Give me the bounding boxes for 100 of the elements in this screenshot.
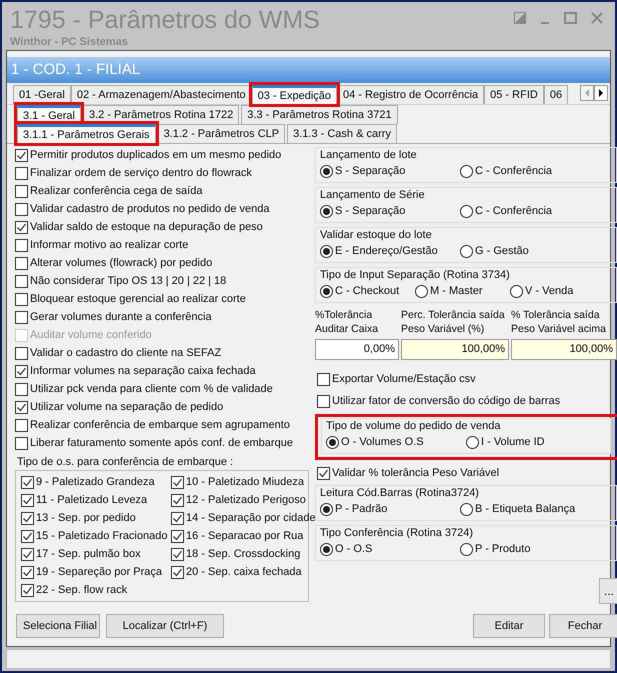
checkbox-label: Realizar conferência cega de saída (30, 184, 202, 199)
field-label: Auditar Caixa (315, 322, 380, 336)
checkbox[interactable] (21, 548, 34, 560)
checkbox-label: Liberar faturamento somente após conf. de embarque (30, 436, 293, 451)
group-title: Leitura Cód.Barras (Rotina3724) (320, 486, 480, 501)
checkbox[interactable] (21, 584, 34, 596)
checkbox[interactable] (171, 476, 184, 488)
checkbox[interactable] (15, 256, 28, 270)
button[interactable]: Fechar (549, 614, 617, 638)
checkbox[interactable] (15, 238, 28, 252)
radio-label: E - Endereço/Gestão (335, 244, 438, 260)
checkbox-label: Auditar volume conferido (30, 328, 152, 343)
tab[interactable]: 03 - Expedição (252, 85, 338, 104)
checkbox[interactable] (171, 566, 184, 578)
checkbox[interactable] (15, 364, 28, 378)
radio-button[interactable] (460, 205, 473, 218)
checkbox[interactable] (171, 548, 184, 560)
checkbox[interactable] (21, 476, 34, 488)
checkbox[interactable] (171, 530, 184, 542)
checkbox-label: Bloquear estoque gerencial ao realizar corte (30, 292, 246, 307)
checkbox[interactable] (15, 148, 28, 162)
checkbox-label: 9 - Paletizado Grandeza (36, 474, 155, 490)
checkbox[interactable] (317, 394, 330, 408)
checkbox-label: 14 - Separação por cidade (186, 510, 316, 526)
checkbox[interactable] (15, 418, 28, 432)
radio-button[interactable] (320, 543, 333, 556)
checkbox-label: Utilizar fator de conversão do código de barras (332, 394, 560, 409)
group-title: Lançamento de lote (320, 148, 418, 163)
radio-button[interactable] (460, 165, 473, 178)
field-label: % Tolerância saída (511, 308, 601, 322)
radio-button[interactable] (466, 436, 479, 449)
checkbox[interactable] (21, 566, 34, 578)
radio-label: M - Master (430, 284, 483, 300)
checkbox[interactable] (15, 346, 28, 360)
radio-label: G - Gestão (475, 244, 529, 260)
checkbox[interactable] (15, 166, 28, 180)
input-field[interactable]: 100,00% (401, 339, 509, 360)
radio-label: O - Volumes O.S (341, 435, 424, 450)
tab[interactable]: 3.1.2 - Parâmetros CLP (158, 124, 286, 143)
checkbox[interactable] (15, 436, 28, 450)
more-button[interactable]: ... (599, 578, 617, 604)
tab[interactable]: 06 (544, 85, 568, 104)
checkbox-label: Utilizar pck venda para cliente com % de validade (30, 382, 273, 397)
checkbox[interactable] (21, 494, 34, 506)
tab[interactable]: 3.2 - Parâmetros Rotina 1722 (82, 105, 240, 124)
checkbox-label: Informar motivo ao realizar corte (30, 238, 188, 253)
checkbox[interactable] (15, 382, 28, 396)
field-label: Perc. Tolerância saída (401, 308, 506, 322)
tab[interactable]: 3.1.1 - Parâmetros Gerais (17, 124, 156, 143)
button[interactable]: Localizar (Ctrl+F) (106, 614, 224, 638)
checkbox[interactable] (171, 512, 184, 524)
radio-button[interactable] (320, 285, 333, 298)
radio-button[interactable] (320, 503, 333, 516)
field-label: Peso Variável (%) (401, 322, 486, 336)
tab[interactable]: 04 - Registro de Ocorrência (337, 85, 484, 104)
radio-button[interactable] (460, 503, 473, 516)
checkbox-label: Utilizar volume na separação de pedido (30, 400, 224, 415)
checkbox-label: 15 - Paletizado Fracionado (36, 528, 168, 544)
tab[interactable]: 3.1.3 - Cash & carry (287, 124, 397, 143)
button[interactable]: Seleciona Filial (16, 614, 100, 638)
tab[interactable]: 3.3 - Parâmetros Rotina 3721 (241, 105, 398, 124)
radio-button[interactable] (320, 165, 333, 178)
checkbox-label: Gerar volumes durante a conferência (30, 310, 212, 325)
button[interactable]: Editar (473, 614, 545, 638)
radio-label: C - Checkout (335, 284, 400, 300)
tab[interactable]: 01 -Geral (13, 85, 71, 104)
checkbox[interactable] (15, 292, 28, 306)
checkbox[interactable] (171, 494, 184, 506)
radio-label: P - Produto (475, 542, 530, 558)
checkbox[interactable] (15, 184, 28, 198)
radio-button[interactable] (510, 285, 523, 298)
checkbox[interactable] (15, 202, 28, 216)
tab[interactable]: 02 - Armazenagem/Abastecimento (70, 85, 252, 104)
radio-button[interactable] (460, 543, 473, 556)
checkbox[interactable] (15, 220, 28, 234)
radio-button[interactable] (320, 245, 333, 258)
checkbox[interactable] (317, 466, 330, 480)
radio-button[interactable] (320, 205, 333, 218)
section-label: Tipo de o.s. para conferência de embarque : (17, 455, 234, 470)
input-field[interactable]: 100,00% (511, 339, 617, 360)
field-label: Peso Variável acima (511, 322, 607, 336)
checkbox-label: Validar cadastro de produtos no pedido de venda (30, 202, 270, 217)
checkbox[interactable] (15, 274, 28, 288)
checkbox[interactable] (15, 310, 28, 324)
radio-button[interactable] (460, 245, 473, 258)
group-title: Validar estoque do lote (320, 228, 433, 243)
checkbox-label: 12 - Paletizado Perigoso (186, 492, 306, 508)
scroll-right-icon[interactable] (594, 85, 608, 101)
group-title: Tipo de volume do pedido de venda (326, 419, 502, 434)
radio-label: B - Etiqueta Balança (475, 502, 576, 518)
input-field[interactable]: 0,00% (315, 339, 399, 360)
checkbox[interactable] (21, 530, 34, 542)
radio-label: O - O.S (335, 542, 372, 558)
checkbox[interactable] (317, 372, 330, 386)
checkbox-label: 22 - Sep. flow rack (36, 582, 128, 598)
radio-button[interactable] (326, 436, 339, 449)
radio-button[interactable] (415, 285, 428, 298)
checkbox[interactable] (15, 400, 28, 414)
checkbox[interactable] (21, 512, 34, 524)
tab[interactable]: 05 - RFID (484, 85, 544, 104)
